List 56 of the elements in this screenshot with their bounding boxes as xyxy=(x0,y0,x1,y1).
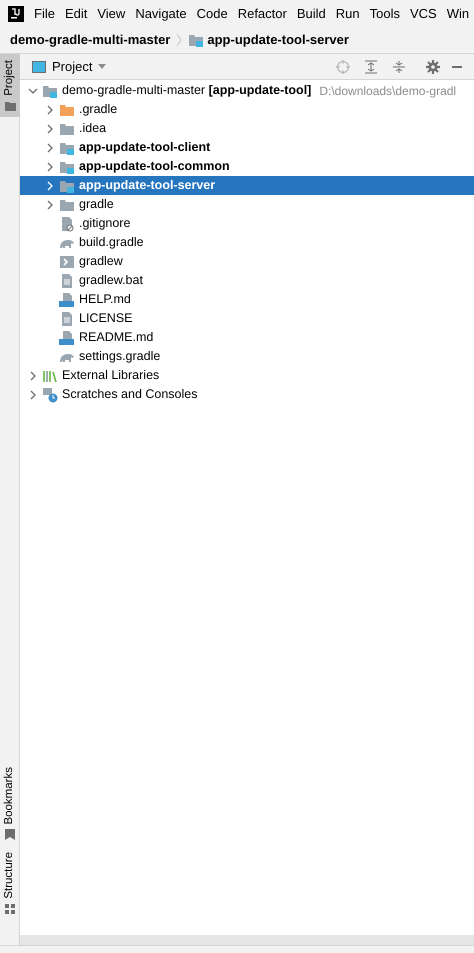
panel-title[interactable]: Project xyxy=(52,56,92,76)
window-icon xyxy=(32,60,46,72)
tree-item[interactable]: build.gradle xyxy=(20,233,474,252)
path-text: D:\downloads\demo-gradl xyxy=(319,82,456,100)
menu-item[interactable]: Refactor xyxy=(238,4,287,24)
scratches-icon xyxy=(42,386,58,402)
module-folder-icon xyxy=(188,32,204,48)
tree-item[interactable]: gradle xyxy=(20,195,474,214)
script-icon xyxy=(59,254,75,270)
chevron-down-icon[interactable] xyxy=(28,86,38,96)
tree-item[interactable]: .gradle xyxy=(20,100,474,119)
tree-item[interactable]: Scratches and Consoles xyxy=(20,385,474,404)
menu-item[interactable]: View xyxy=(97,4,126,24)
collapse-all-icon[interactable] xyxy=(392,60,406,74)
tree-item[interactable]: README.md xyxy=(20,328,474,347)
minimize-icon[interactable] xyxy=(452,66,462,68)
menu-item[interactable]: Build xyxy=(296,4,326,24)
menu-item[interactable]: Run xyxy=(336,4,360,24)
markdown-file-icon xyxy=(59,330,75,346)
dropdown-icon[interactable] xyxy=(98,64,106,69)
structure-icon xyxy=(5,904,15,914)
menu-item[interactable]: Tools xyxy=(370,4,400,24)
text-file-icon xyxy=(59,272,75,288)
tree-item[interactable]: .idea xyxy=(20,119,474,138)
tree-item[interactable]: app-update-tool-client xyxy=(20,138,474,157)
tree-item[interactable]: gradlew.bat xyxy=(20,271,474,290)
breadcrumb-item[interactable]: app-update-tool-server xyxy=(188,30,349,50)
tree-item[interactable]: demo-gradle-multi-master [app-update-tool] D:\downloads\demo-gradl xyxy=(20,81,474,100)
tree-item[interactable]: .gitignore xyxy=(20,214,474,233)
tree-item[interactable]: settings.gradle xyxy=(20,347,474,366)
horizontal-scrollbar[interactable] xyxy=(20,935,474,945)
ignore-file-icon xyxy=(59,216,75,232)
menu-item[interactable]: Win xyxy=(446,4,470,24)
tool-window-tab[interactable]: Bookmarks xyxy=(0,760,20,846)
breadcrumb-item[interactable]: demo-gradle-multi-master xyxy=(10,30,170,50)
tree-item[interactable]: gradlew xyxy=(20,252,474,271)
menu-item[interactable]: Code xyxy=(196,4,228,24)
tree-item[interactable]: HELP.md xyxy=(20,290,474,309)
bookmark-icon xyxy=(5,829,15,840)
tool-window-tab[interactable]: Project xyxy=(0,54,20,117)
tree-item[interactable]: app-update-tool-server xyxy=(20,176,474,195)
tree-item[interactable]: External Libraries xyxy=(20,366,474,385)
menu-item[interactable]: Edit xyxy=(64,4,88,24)
menu-item[interactable]: File xyxy=(34,4,55,24)
tree-item[interactable]: app-update-tool-common xyxy=(20,157,474,176)
expand-all-icon[interactable] xyxy=(364,60,378,74)
separator-icon xyxy=(176,33,182,47)
menu-item[interactable]: Navigate xyxy=(135,4,187,24)
app-logo-icon[interactable] xyxy=(8,6,24,22)
markdown-file-icon xyxy=(59,292,75,308)
settings-icon[interactable] xyxy=(426,60,440,74)
menu-item[interactable]: VCS xyxy=(410,4,437,24)
tree-item[interactable]: LICENSE xyxy=(20,309,474,328)
folder-icon xyxy=(4,100,16,111)
tool-window-tab[interactable]: Structure xyxy=(0,846,20,920)
text-file-icon xyxy=(59,310,75,326)
